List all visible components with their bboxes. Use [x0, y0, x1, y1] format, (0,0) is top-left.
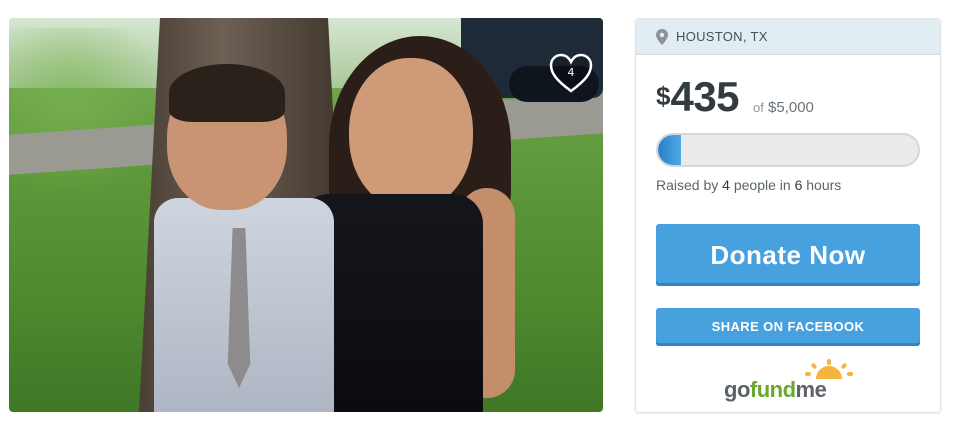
raised-prefix: Raised by	[656, 177, 719, 193]
people-count: 4	[722, 177, 730, 193]
boy-hair	[169, 64, 285, 122]
map-pin-icon	[656, 28, 668, 45]
amount-raised: $ 435	[656, 73, 740, 120]
girl-face	[349, 58, 473, 210]
hours-count: 6	[794, 177, 803, 193]
progress-fill	[658, 135, 681, 165]
logo-fund: fund	[749, 377, 796, 402]
goal-text: of $5,000	[753, 99, 814, 116]
progress-bar	[656, 133, 920, 167]
logo-me: me	[795, 377, 827, 402]
photo-foliage	[9, 28, 159, 208]
goal-prefix: of	[753, 100, 764, 115]
hours-label: hours	[806, 177, 842, 193]
campaign-photo: 4	[9, 18, 603, 412]
raised-summary: Raised by 4 people in 6 hours	[656, 177, 841, 193]
gofundme-logo[interactable]: gofundme	[724, 359, 854, 405]
currency-symbol: $	[656, 81, 671, 111]
gofundme-wordmark: gofundme	[724, 377, 827, 403]
heart-button[interactable]: 4	[548, 53, 594, 95]
share-facebook-button[interactable]: SHARE ON FACEBOOK	[656, 308, 920, 346]
location-label: HOUSTON, TX	[676, 29, 768, 44]
location-bar: HOUSTON, TX	[636, 19, 940, 55]
goal-amount: $5,000	[768, 99, 814, 116]
logo-go: go	[724, 377, 750, 402]
heart-count: 4	[567, 66, 575, 79]
donate-now-button[interactable]: Donate Now	[656, 224, 920, 286]
donation-card: HOUSTON, TX $ 435 of $5,000 Raised by 4 …	[635, 18, 941, 413]
amount-value: 435	[670, 73, 740, 120]
people-label: people in	[733, 177, 791, 193]
